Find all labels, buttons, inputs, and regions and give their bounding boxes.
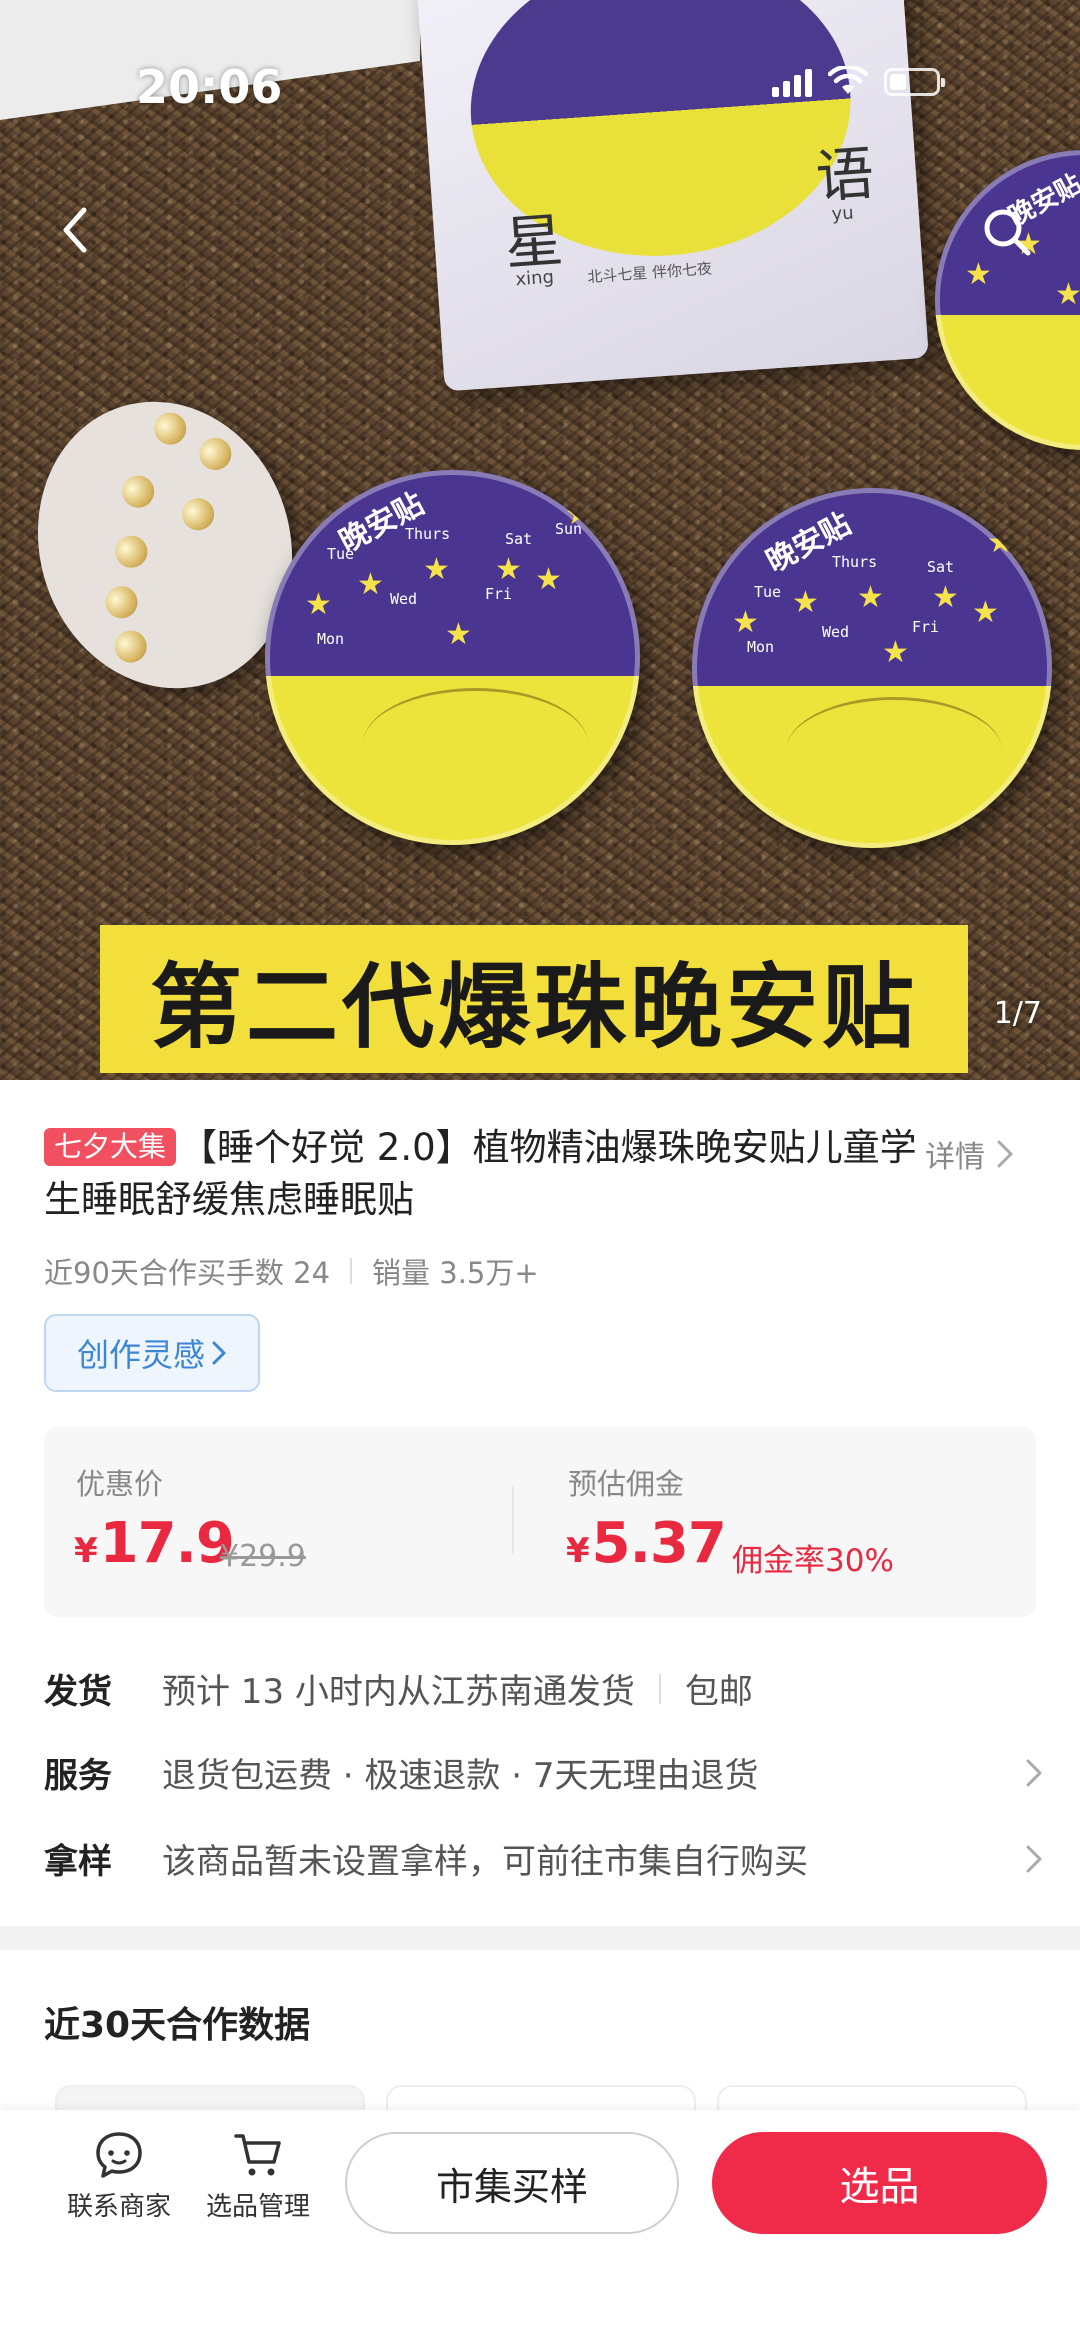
box-char-right: 语 xyxy=(813,139,877,211)
patch-disc-partial: 晚安贴 ★ ★ ★ xyxy=(935,150,1080,450)
status-icons xyxy=(772,66,945,98)
cart-icon xyxy=(234,2134,281,2176)
chat-icon xyxy=(96,2132,142,2178)
product-image-carousel[interactable]: 星 xing 语 yu 北斗七星 伴你七夜 晚安贴 Mon Tue Wed Th… xyxy=(0,0,1080,1080)
section-divider xyxy=(0,1926,1080,1950)
currency-symbol: ¥ xyxy=(566,1531,590,1571)
selection-manage-label: 选品管理 xyxy=(205,2192,310,2222)
product-box-image: 星 xing 语 yu 北斗七星 伴你七夜 xyxy=(416,0,929,392)
day-label: Fri xyxy=(485,585,513,603)
stats-buyers: 近90天合作买手数 24 xyxy=(44,1256,331,1290)
day-label: Fri xyxy=(912,618,940,636)
currency-symbol: ¥ xyxy=(74,1531,98,1571)
divider xyxy=(658,1673,661,1704)
chevron-right-icon xyxy=(1026,1759,1042,1786)
day-label: Sat xyxy=(505,530,533,548)
back-icon[interactable] xyxy=(50,200,100,260)
shipping-value: 预计 13 小时内从江苏南通发货 xyxy=(162,1672,635,1712)
day-label: Mon xyxy=(747,638,775,656)
status-time: 20:06 xyxy=(136,60,283,114)
patch-disc-right: 晚安贴 Mon Tue Wed Thurs Fri Sat ★ ★ ★ ★ ★ … xyxy=(692,488,1052,848)
promo-badge: 七夕大集 xyxy=(44,1128,177,1166)
day-label: Thurs xyxy=(405,525,451,543)
hero-banner: 第二代爆珠晚安贴 xyxy=(100,925,968,1073)
chevron-right-icon xyxy=(212,1341,226,1365)
estimated-commission: ¥5.37 xyxy=(566,1511,727,1576)
divider xyxy=(350,1258,353,1284)
buy-sample-button[interactable]: 市集买样 xyxy=(345,2132,679,2234)
day-label: Wed xyxy=(390,590,418,608)
patch-disc-left: 晚安贴 Mon Tue Wed Thurs Fri Sat Sun ★ ★ ★ … xyxy=(265,470,640,845)
product-title: 七夕大集 【睡个好觉 2.0】植物精油爆珠晚安贴儿童学生睡眠舒缓焦虑睡眠贴 xyxy=(44,1122,924,1226)
day-label: Tue xyxy=(754,583,782,601)
battery-icon xyxy=(884,68,945,96)
day-label: Mon xyxy=(317,630,345,648)
shipping-row: 发货 预计 13 小时内从江苏南通发货 包邮 xyxy=(44,1664,1044,1713)
free-shipping: 包邮 xyxy=(684,1672,753,1712)
day-label: Tue xyxy=(327,545,355,563)
selection-manage-button[interactable]: 选品管理 xyxy=(193,2130,323,2223)
day-label: Thurs xyxy=(832,553,878,571)
stats-sales: 销量 3.5万+ xyxy=(372,1256,539,1290)
divider xyxy=(512,1487,514,1553)
product-stats: 近90天合作买手数 24 销量 3.5万+ xyxy=(44,1250,539,1292)
commission-rate: 佣金率30% xyxy=(732,1543,894,1579)
wifi-icon xyxy=(828,66,868,94)
service-key: 服务 xyxy=(44,1756,112,1796)
price-label: 优惠价 xyxy=(76,1467,164,1501)
commission-label: 预估佣金 xyxy=(568,1467,685,1501)
sample-row[interactable]: 拿样 该商品暂未设置拿样，可前往市集自行购买 xyxy=(44,1834,1044,1883)
search-icon[interactable] xyxy=(980,205,1034,259)
chevron-right-icon xyxy=(1026,1845,1042,1872)
service-value: 退货包运费 · 极速退款 · 7天无理由退货 xyxy=(162,1756,759,1796)
hero-banner-text: 第二代爆珠晚安贴 xyxy=(149,953,918,1061)
box-pinyin-right: yu xyxy=(830,202,855,225)
contact-merchant-button[interactable]: 联系商家 xyxy=(54,2130,184,2223)
contact-merchant-label: 联系商家 xyxy=(66,2192,171,2222)
discount-price: ¥17.9 xyxy=(74,1511,235,1576)
shipping-key: 发货 xyxy=(44,1672,112,1712)
buy-sample-label: 市集买样 xyxy=(435,2164,588,2209)
box-subtitle: 北斗七星 伴你七夜 xyxy=(586,259,713,287)
detail-link[interactable]: 详情 xyxy=(925,1132,1015,1176)
commission-value: 5.37 xyxy=(591,1511,727,1576)
creative-inspiration-button[interactable]: 创作灵感 xyxy=(44,1314,260,1392)
chevron-right-icon xyxy=(997,1140,1013,1168)
day-label: Wed xyxy=(822,623,850,641)
select-product-button[interactable]: 选品 xyxy=(712,2132,1047,2234)
creative-inspiration-label: 创作灵感 xyxy=(76,1336,205,1374)
price-value: 17.9 xyxy=(99,1511,235,1576)
service-row[interactable]: 服务 退货包运费 · 极速退款 · 7天无理由退货 xyxy=(44,1748,1044,1797)
price-card: 优惠价 ¥17.9 ¥29.9 预估佣金 ¥5.37 佣金率30% xyxy=(44,1427,1036,1617)
select-product-label: 选品 xyxy=(839,2164,920,2210)
box-pinyin-left: xing xyxy=(514,266,555,291)
day-label: Sat xyxy=(927,558,955,576)
sample-value: 该商品暂未设置拿样，可前往市集自行购买 xyxy=(162,1842,808,1882)
cellular-signal-icon xyxy=(772,67,812,97)
sample-key: 拿样 xyxy=(44,1842,112,1882)
detail-label: 详情 xyxy=(925,1140,985,1175)
original-price: ¥29.9 xyxy=(220,1539,306,1574)
image-counter: 1/7 xyxy=(993,996,1042,1031)
coop-data-title: 近30天合作数据 xyxy=(44,2005,311,2046)
